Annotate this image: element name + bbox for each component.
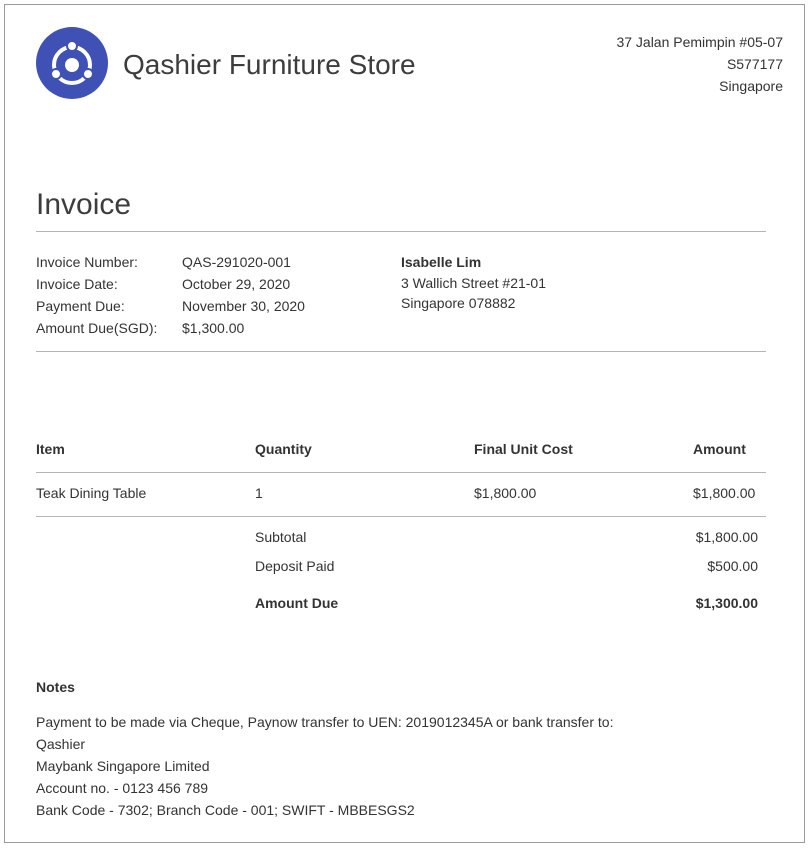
column-header-unit-cost: Final Unit Cost	[474, 441, 573, 457]
notes-line: Account no. - 0123 456 789	[36, 780, 209, 796]
notes-line: Payment to be made via Cheque, Paynow tr…	[36, 714, 614, 730]
row-amount: $1,800.00	[693, 485, 756, 501]
notes-title: Notes	[36, 679, 75, 695]
notes-body: Payment to be made via Cheque, Paynow tr…	[36, 711, 613, 821]
payment-due-row: Payment Due: November 30, 2020	[36, 295, 305, 317]
column-header-quantity: Quantity	[255, 441, 312, 457]
customer-name: Isabelle Lim	[401, 254, 482, 270]
qashier-logo-icon	[36, 27, 108, 99]
column-header-item: Item	[36, 441, 65, 457]
deposit-value: $500.00	[707, 558, 758, 574]
amount-due-total-label: Amount Due	[255, 595, 339, 611]
invoice-page: Qashier Furniture Store 37 Jalan Pemimpi…	[4, 4, 805, 843]
amount-due-total-value: $1,300.00	[695, 595, 758, 611]
subtotal-value: $1,800.00	[695, 529, 758, 545]
deposit-label: Deposit Paid	[255, 558, 335, 574]
notes-line: Maybank Singapore Limited	[36, 758, 210, 774]
invoice-title: Invoice	[36, 188, 132, 221]
notes-line: Qashier	[36, 736, 86, 752]
store-address-line: Singapore	[719, 78, 783, 94]
meta-label: Amount Due(SGD):	[36, 320, 158, 336]
invoice-number-row: Invoice Number: QAS-291020-001	[36, 251, 305, 273]
invoice-meta: Invoice Number: QAS-291020-001 Invoice D…	[36, 251, 305, 339]
column-header-amount: Amount	[693, 441, 746, 457]
amount-due-value: $1,300.00	[182, 320, 245, 336]
bill-to: Isabelle Lim 3 Wallich Street #21-01 Sin…	[401, 251, 546, 313]
invoice-number-value: QAS-291020-001	[182, 254, 291, 270]
row-item: Teak Dining Table	[36, 485, 147, 501]
store-address-line: S577177	[726, 56, 783, 72]
meta-label: Payment Due:	[36, 298, 125, 314]
divider	[36, 231, 766, 232]
divider	[36, 472, 766, 473]
store-address: 37 Jalan Pemimpin #05-07 S577177 Singapo…	[616, 31, 783, 97]
row-unit-cost: $1,800.00	[474, 485, 537, 501]
invoice-date-row: Invoice Date: October 29, 2020	[36, 273, 305, 295]
customer-address-line: 3 Wallich Street #21-01	[401, 275, 546, 291]
store-address-line: 37 Jalan Pemimpin #05-07	[616, 34, 783, 50]
divider	[36, 516, 766, 517]
store-name: Qashier Furniture Store	[123, 49, 416, 80]
invoice-date-value: October 29, 2020	[182, 276, 291, 292]
subtotal-label: Subtotal	[255, 529, 307, 545]
customer-address-line: Singapore 078882	[401, 295, 516, 311]
divider	[36, 351, 766, 352]
amount-due-row: Amount Due(SGD): $1,300.00	[36, 317, 305, 339]
meta-label: Invoice Date:	[36, 276, 118, 292]
row-quantity: 1	[255, 485, 263, 501]
notes-line: Bank Code - 7302; Branch Code - 001; SWI…	[36, 802, 415, 818]
meta-label: Invoice Number:	[36, 254, 138, 270]
payment-due-value: November 30, 2020	[182, 298, 305, 314]
